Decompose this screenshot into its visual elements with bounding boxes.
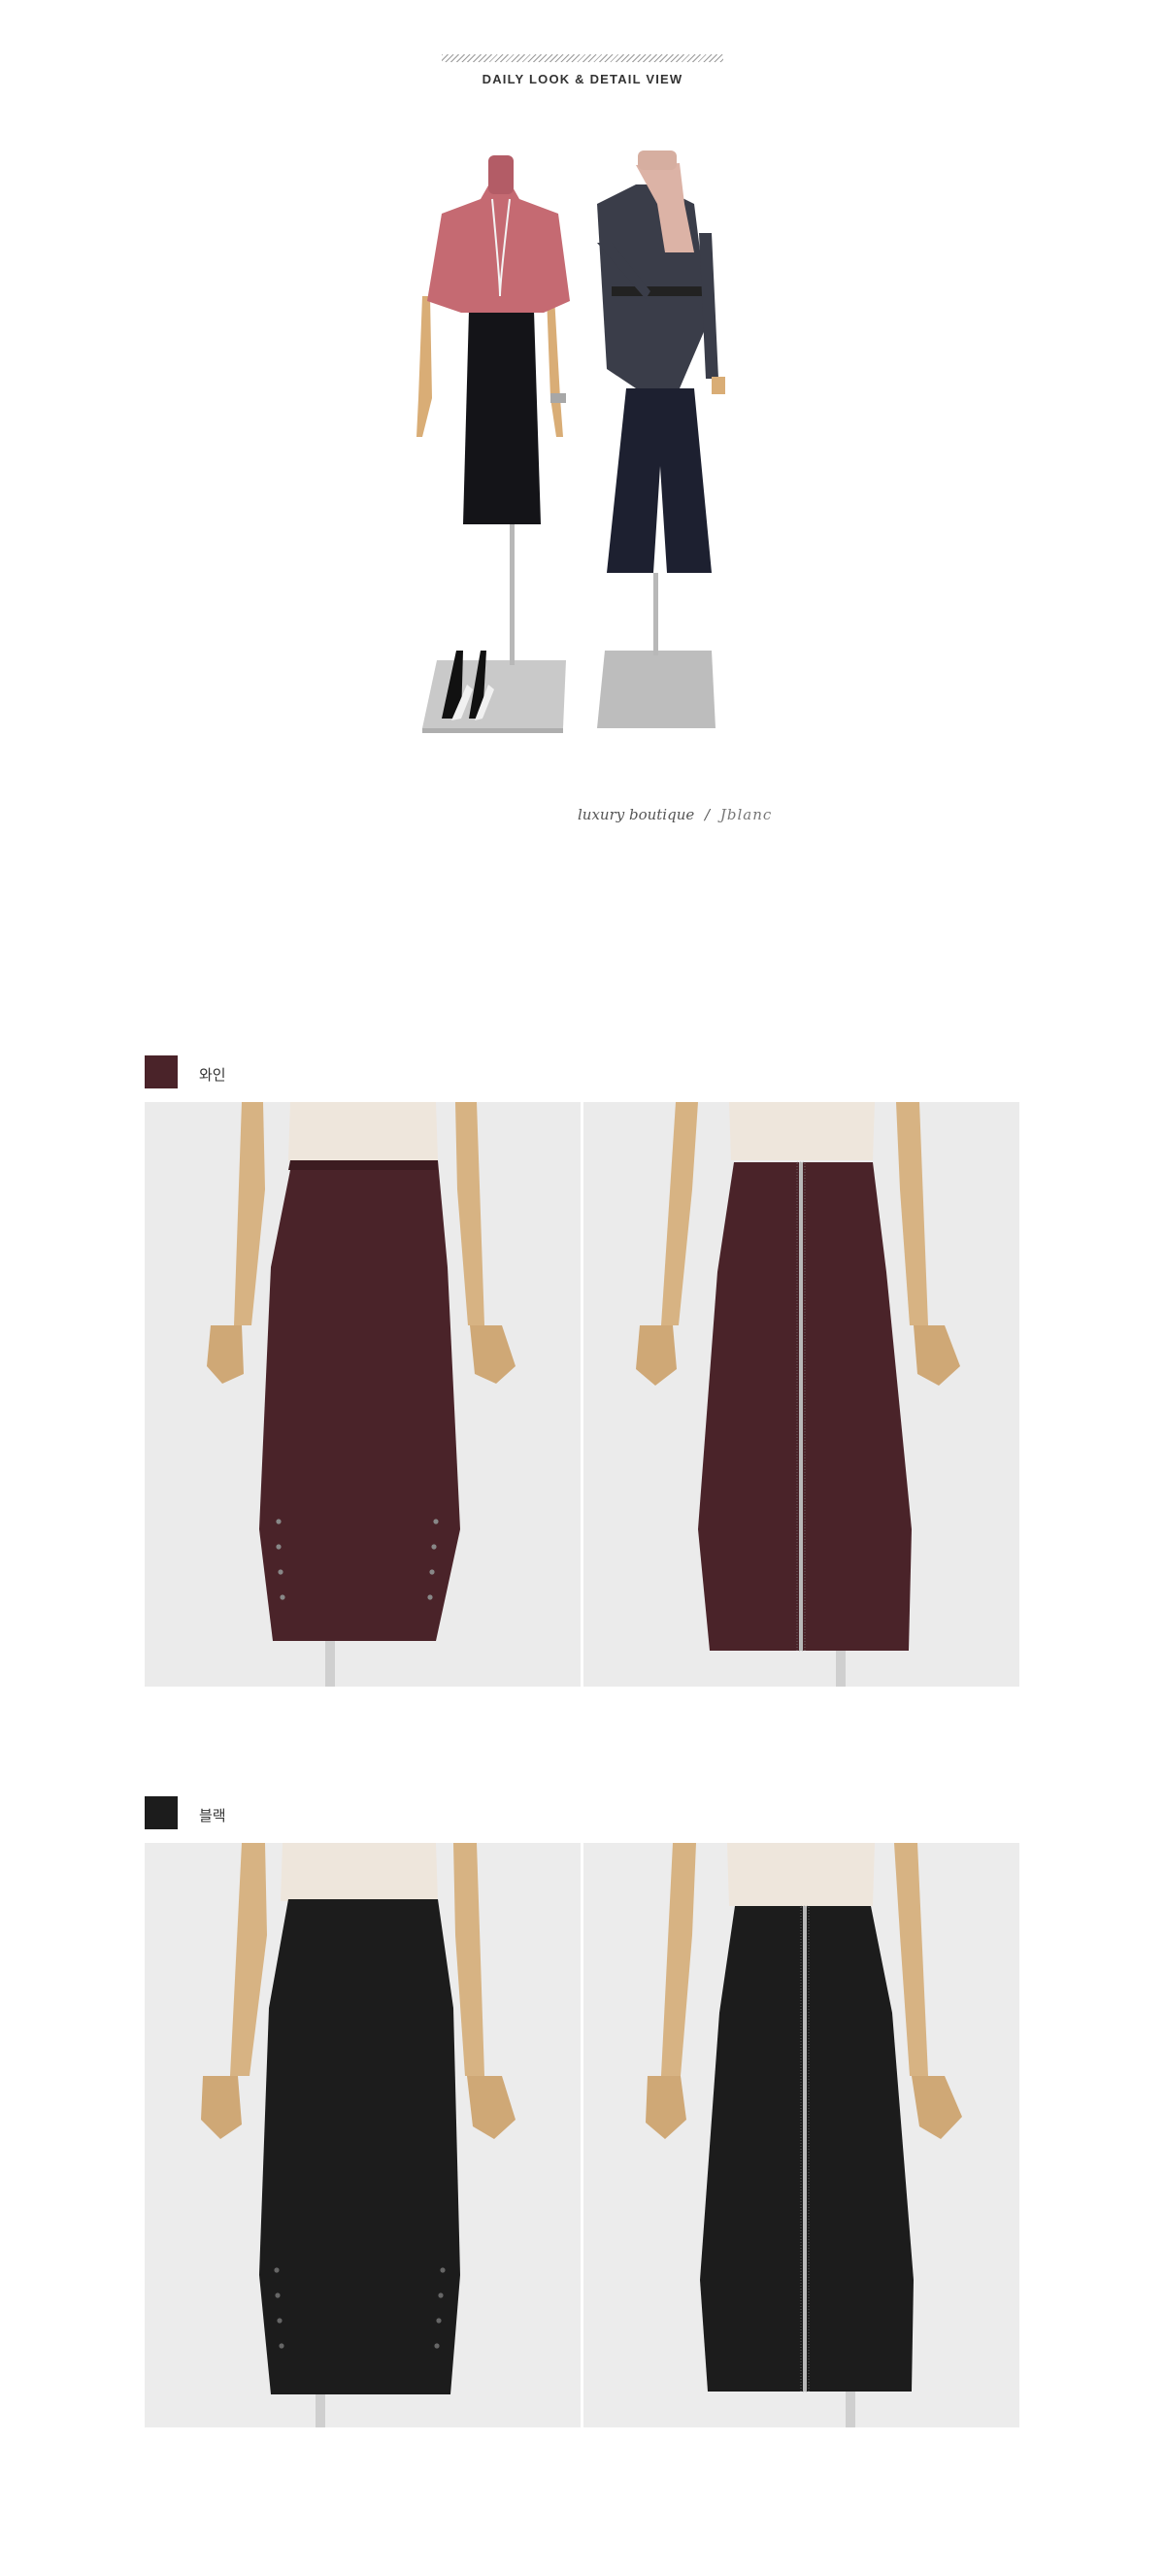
black-skirt-back-photo: [583, 1843, 1019, 2427]
brand-signature: Jblanc: [719, 806, 773, 823]
wine-skirt-back-photo: [583, 1102, 1019, 1687]
header-decoration: [442, 54, 723, 62]
color-label-wine: 와인: [199, 1066, 226, 1084]
black-skirt-front-photo: [145, 1843, 581, 2427]
wine-skirt-front-photo: [145, 1102, 581, 1687]
daily-look-photo: [403, 146, 772, 748]
section-title: DAILY LOOK & DETAIL VIEW: [482, 72, 683, 86]
color-label-black: 블랙: [199, 1807, 226, 1824]
color-swatch-black: [145, 1796, 178, 1829]
brand-text: luxury boutique: [578, 806, 695, 823]
brand-caption: luxury boutique / Jblanc: [578, 806, 772, 823]
brand-separator: /: [705, 806, 711, 823]
color-swatch-wine: [145, 1055, 178, 1088]
